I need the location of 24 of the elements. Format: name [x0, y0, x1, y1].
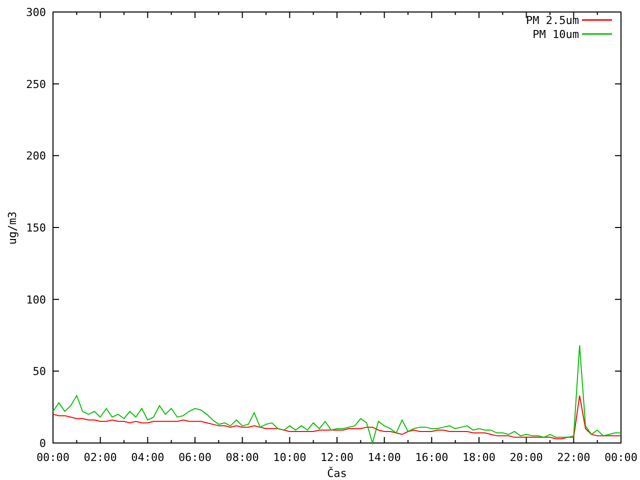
x-tick-label: 00:00 — [604, 451, 638, 464]
x-tick-label: 22:00 — [557, 451, 590, 464]
x-tick-label: 02:00 — [84, 451, 117, 464]
legend-label: PM 2.5um — [526, 14, 579, 27]
y-tick-label: 50 — [32, 365, 46, 378]
legend-label: PM 10um — [532, 28, 579, 41]
y-tick-label: 150 — [26, 222, 46, 234]
x-tick-label: 18:00 — [462, 451, 496, 464]
y-tick-label: 0 — [39, 437, 46, 450]
x-tick-label: 20:00 — [510, 451, 543, 464]
x-tick-label: 08:00 — [226, 451, 259, 464]
x-tick-label: 14:00 — [368, 451, 401, 464]
x-tick-label: 00:00 — [36, 451, 70, 464]
x-tick-label: 16:00 — [415, 451, 448, 464]
y-tick-label: 250 — [26, 78, 46, 91]
y-tick-label: 200 — [26, 150, 46, 163]
x-tick-label: 10:00 — [273, 451, 306, 464]
x-tick-label: 12:00 — [320, 451, 354, 464]
y-axis-title: ug/m3 — [6, 211, 19, 245]
y-tick-label: 300 — [26, 6, 46, 19]
y-tick-label: 100 — [26, 293, 46, 306]
x-axis-title: Čas — [327, 467, 347, 480]
x-tick-label: 04:00 — [131, 451, 164, 464]
x-tick-label: 06:00 — [178, 451, 212, 464]
